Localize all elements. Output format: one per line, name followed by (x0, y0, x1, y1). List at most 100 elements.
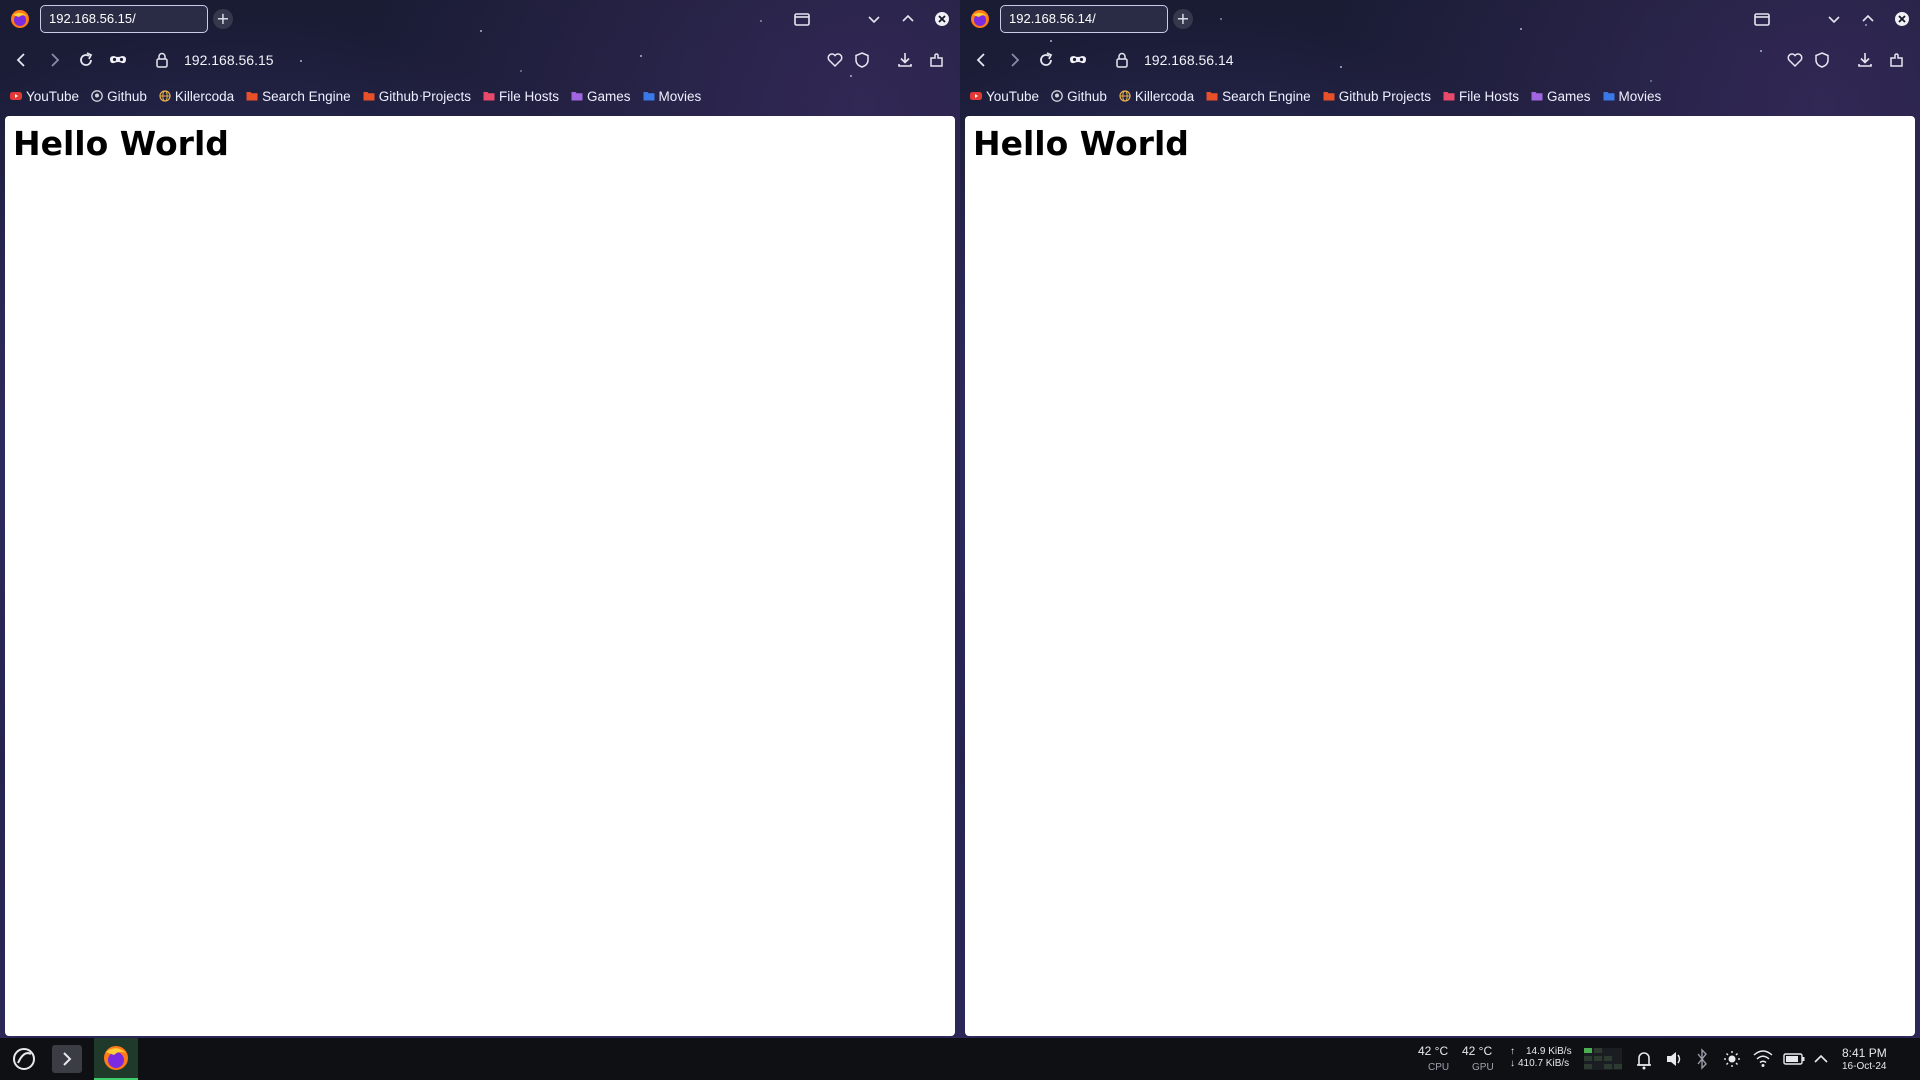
terminal-launcher-icon[interactable] (52, 1045, 82, 1073)
system-monitor-graph[interactable] (1584, 1048, 1622, 1070)
bookmark-label: Github (1067, 88, 1107, 104)
gpu-temperature: 42 °C (1462, 1044, 1493, 1058)
bookmark-folder-games[interactable]: Games (1531, 89, 1591, 104)
cpu-temperature: 42 °C (1418, 1044, 1449, 1058)
bookmark-folder-search-engine[interactable]: Search Engine (1206, 89, 1311, 104)
bookmark-folder-movies[interactable]: Movies (1603, 89, 1661, 104)
firefox-taskbar-button[interactable] (94, 1038, 138, 1080)
maximize-chevron-icon[interactable] (1858, 9, 1878, 29)
downloads-icon[interactable] (1855, 50, 1875, 70)
bookmarks-toolbar: YouTube Github Killercoda Search Engine … (970, 86, 1661, 106)
minimize-chevron-icon[interactable] (864, 9, 884, 29)
app-launcher-icon[interactable] (10, 1038, 38, 1080)
folder-icon (483, 92, 495, 101)
github-icon (91, 90, 103, 102)
tab-active[interactable]: 192.168.56.14/ (1000, 5, 1168, 33)
bookmark-label: Github Projects (378, 88, 471, 104)
folder-icon (363, 92, 375, 101)
bookmark-label: Killercoda (1134, 88, 1195, 104)
clock-date[interactable]: 16-Oct-24 (1842, 1061, 1886, 1072)
extensions-icon[interactable] (927, 50, 947, 70)
bookmark-folder-file-hosts[interactable]: File Hosts (1443, 89, 1519, 104)
bookmark-label: Search Engine (1222, 88, 1311, 104)
browser-window-right: 192.168.56.14/ + 192.168.56.14 YouTube G… (960, 0, 1920, 1038)
tab-overview-icon[interactable] (792, 9, 812, 29)
bookmark-folder-games[interactable]: Games (571, 89, 631, 104)
forward-icon[interactable] (44, 50, 64, 70)
bookmark-folder-file-hosts[interactable]: File Hosts (483, 89, 559, 104)
battery-icon[interactable] (1782, 1038, 1806, 1080)
taskbar: 42 °C CPU 42 °C GPU ↑ 14.9 KiB/s ↓ 410.7… (0, 1038, 1920, 1080)
tray-expand-chevron-icon[interactable] (1812, 1038, 1830, 1080)
close-window-icon[interactable] (932, 9, 952, 29)
bookmark-github[interactable]: Github (91, 89, 147, 104)
extensions-icon[interactable] (1887, 50, 1907, 70)
bookmark-label: Games (1547, 88, 1591, 104)
new-tab-button[interactable]: + (1173, 9, 1193, 29)
downloads-icon[interactable] (895, 50, 915, 70)
net-download-speed: 410.7 KiB/s (1518, 1058, 1570, 1069)
net-download-arrow-icon: ↓ (1510, 1058, 1515, 1069)
bookmark-folder-github-projects[interactable]: Github Projects (363, 89, 471, 104)
bookmark-label: Github Projects (1338, 88, 1431, 104)
shield-icon[interactable] (1812, 50, 1832, 70)
bluetooth-icon[interactable] (1694, 1038, 1710, 1080)
tab-overview-icon[interactable] (1752, 9, 1772, 29)
maximize-chevron-icon[interactable] (898, 9, 918, 29)
volume-icon[interactable] (1664, 1038, 1684, 1080)
lock-icon[interactable] (1112, 50, 1132, 70)
bookmark-heart-icon[interactable] (1785, 50, 1805, 70)
bookmark-folder-search-engine[interactable]: Search Engine (246, 89, 351, 104)
github-icon (1051, 90, 1063, 102)
bookmark-killercoda[interactable]: Killercoda (159, 89, 234, 104)
bookmark-label: File Hosts (1458, 88, 1519, 104)
close-window-icon[interactable] (1892, 9, 1912, 29)
bookmark-label: File Hosts (498, 88, 559, 104)
brightness-icon[interactable] (1722, 1038, 1742, 1080)
folder-icon (1206, 92, 1218, 101)
wifi-icon[interactable] (1752, 1038, 1774, 1080)
folder-icon (1443, 92, 1455, 101)
navigation-bar: 192.168.56.14 (960, 42, 1920, 78)
notifications-bell-icon[interactable] (1634, 1038, 1654, 1080)
minimize-chevron-icon[interactable] (1824, 9, 1844, 29)
firefox-logo-icon (970, 9, 990, 29)
back-icon[interactable] (12, 50, 32, 70)
bookmark-label: Killercoda (174, 88, 235, 104)
bookmark-killercoda[interactable]: Killercoda (1119, 89, 1194, 104)
back-icon[interactable] (972, 50, 992, 70)
bookmark-heart-icon[interactable] (825, 50, 845, 70)
bookmark-youtube[interactable]: YouTube (970, 89, 1039, 104)
globe-icon (159, 90, 171, 102)
private-mask-icon[interactable] (1068, 50, 1088, 70)
address-bar[interactable]: 192.168.56.14 (1144, 51, 1234, 69)
folder-icon (571, 92, 583, 101)
bookmark-folder-github-projects[interactable]: Github Projects (1323, 89, 1431, 104)
tab-active[interactable]: 192.168.56.15/ (40, 5, 208, 33)
page-heading: Hello World (973, 124, 1189, 163)
shield-icon[interactable] (852, 50, 872, 70)
new-tab-button[interactable]: + (213, 9, 233, 29)
reload-icon[interactable] (76, 50, 96, 70)
gpu-label: GPU (1472, 1062, 1494, 1073)
lock-icon[interactable] (152, 50, 172, 70)
reload-icon[interactable] (1036, 50, 1056, 70)
globe-icon (1119, 90, 1131, 102)
bookmark-label: YouTube (26, 88, 80, 104)
forward-icon[interactable] (1004, 50, 1024, 70)
bookmarks-toolbar: YouTube Github Killercoda Search Engine … (10, 86, 701, 106)
bookmark-github[interactable]: Github (1051, 89, 1107, 104)
folder-icon (643, 92, 655, 101)
cpu-label: CPU (1428, 1062, 1450, 1073)
private-mask-icon[interactable] (108, 50, 128, 70)
net-upload-speed: 14.9 KiB/s (1526, 1046, 1572, 1057)
page-content: Hello World (5, 116, 955, 1036)
bookmark-youtube[interactable]: YouTube (10, 89, 79, 104)
clock-time[interactable]: 8:41 PM (1842, 1046, 1887, 1060)
bookmark-folder-movies[interactable]: Movies (643, 88, 702, 104)
address-bar[interactable]: 192.168.56.15 (184, 51, 274, 69)
navigation-bar: 192.168.56.15 (0, 42, 960, 78)
folder-icon (1603, 92, 1615, 101)
bookmark-label: Github (107, 88, 147, 104)
bookmark-label: Movies (658, 88, 702, 104)
